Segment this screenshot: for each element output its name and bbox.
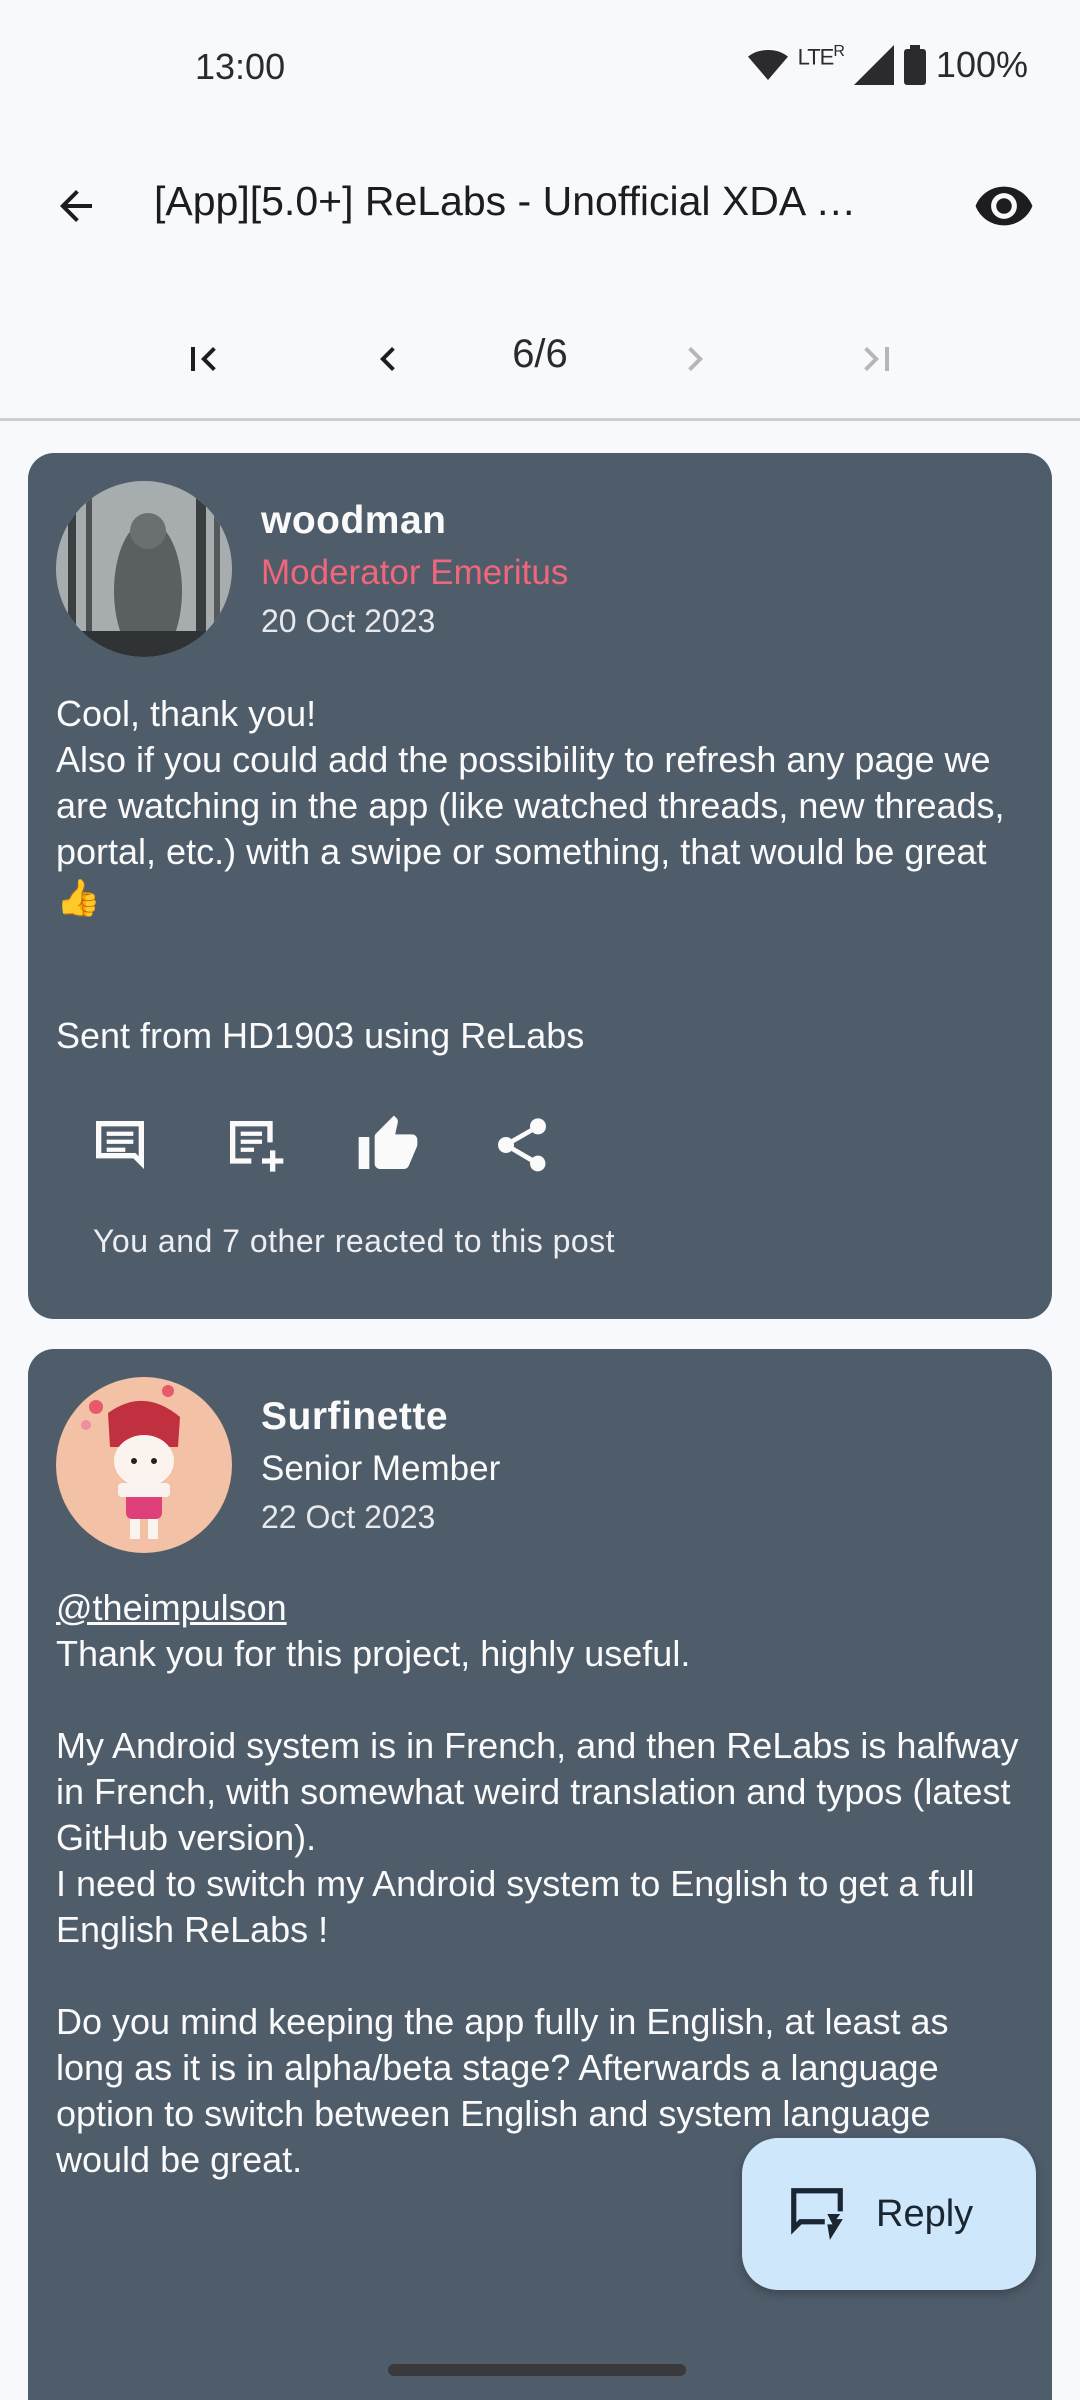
network-type: LTER bbox=[797, 43, 845, 70]
thumb-up-icon bbox=[358, 1115, 418, 1169]
battery-icon bbox=[903, 45, 926, 85]
post-date: 20 Oct 2023 bbox=[261, 603, 436, 639]
reactions-summary[interactable]: You and 7 other reacted to this post bbox=[93, 1223, 615, 1260]
post-author[interactable]: woodman bbox=[261, 499, 447, 543]
comment-icon bbox=[96, 1121, 144, 1169]
page-navigator: 6/6 bbox=[0, 300, 1080, 421]
thread-title: [App][5.0+] ReLabs - Unofficial XDA … bbox=[154, 178, 857, 224]
previous-page-button[interactable] bbox=[355, 326, 421, 392]
status-time: 13:00 bbox=[195, 46, 286, 87]
post-actions bbox=[88, 1113, 554, 1177]
note-add-icon bbox=[230, 1121, 284, 1172]
share-icon bbox=[498, 1118, 546, 1172]
app-bar: [App][5.0+] ReLabs - Unofficial XDA … bbox=[0, 140, 1080, 270]
back-button[interactable] bbox=[40, 170, 112, 242]
post-body-line: Cool, thank you! bbox=[56, 693, 317, 734]
post-body: Cool, thank you! Also if you could add t… bbox=[56, 691, 1024, 1059]
post-author-role: Moderator Emeritus bbox=[261, 553, 569, 592]
post-body-line: Thank you for this project, highly usefu… bbox=[56, 1633, 691, 1674]
status-icons: LTER 100% bbox=[747, 43, 1028, 86]
post-signature: Sent from HD1903 using ReLabs bbox=[56, 1015, 585, 1056]
first-page-icon bbox=[191, 347, 216, 371]
first-page-button[interactable] bbox=[170, 326, 236, 392]
eye-icon bbox=[975, 186, 1033, 226]
avatar[interactable] bbox=[56, 481, 232, 657]
last-page-icon bbox=[864, 347, 889, 371]
post-author-role: Senior Member bbox=[261, 1449, 501, 1488]
reply-fab[interactable]: Reply bbox=[742, 2138, 1036, 2290]
page-indicator: 6/6 bbox=[512, 332, 568, 376]
like-button[interactable] bbox=[356, 1113, 420, 1177]
next-page-button[interactable] bbox=[662, 326, 728, 392]
post-card: woodman Moderator Emeritus 20 Oct 2023 C… bbox=[28, 453, 1052, 1319]
share-button[interactable] bbox=[490, 1113, 554, 1177]
last-page-button[interactable] bbox=[844, 326, 910, 392]
avatar[interactable] bbox=[56, 1377, 232, 1553]
wifi-icon bbox=[747, 50, 788, 80]
post-body-line: My Android system is in French, and then… bbox=[56, 1725, 1019, 1858]
post-date: 22 Oct 2023 bbox=[261, 1499, 436, 1535]
multi-quote-button[interactable] bbox=[222, 1113, 286, 1177]
signal-icon bbox=[853, 45, 894, 85]
battery-percent: 100% bbox=[935, 44, 1028, 85]
chevron-left-icon bbox=[380, 347, 395, 371]
post-author[interactable]: Surfinette bbox=[261, 1395, 448, 1439]
user-mention-link[interactable]: @theimpulson bbox=[56, 1587, 287, 1628]
watch-button[interactable] bbox=[968, 170, 1040, 242]
post-body-line: I need to switch my Android system to En… bbox=[56, 1863, 975, 1950]
reply-to-post-button[interactable] bbox=[88, 1113, 152, 1177]
reply-label: Reply bbox=[876, 2192, 974, 2235]
status-bar: 13:00 LTER 100% bbox=[0, 0, 1080, 140]
arrow-back-icon bbox=[60, 190, 92, 222]
quick-reply-icon bbox=[791, 2188, 843, 2240]
post-body-line: Also if you could add the possibility to… bbox=[56, 739, 1005, 918]
post-body: @theimpulson Thank you for this project,… bbox=[56, 1585, 1024, 2183]
home-indicator[interactable] bbox=[388, 2364, 686, 2376]
chevron-right-icon bbox=[688, 347, 703, 371]
